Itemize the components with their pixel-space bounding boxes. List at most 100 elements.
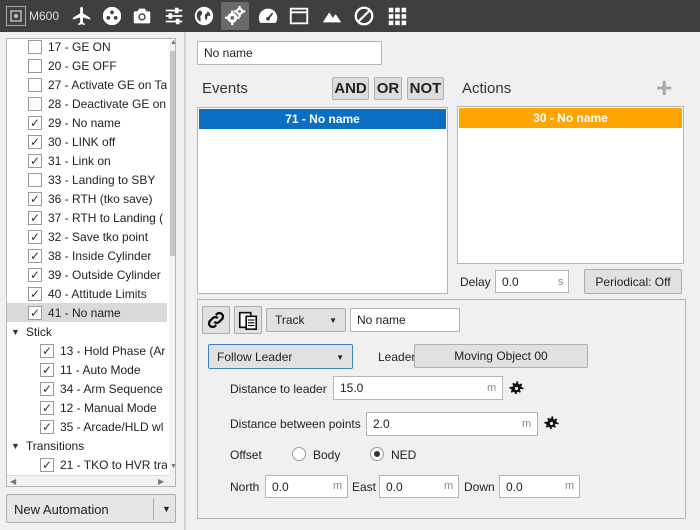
globe-icon[interactable] bbox=[190, 2, 218, 30]
expand-triangle-icon[interactable]: ▼ bbox=[11, 327, 20, 337]
tree-item-checkbox[interactable] bbox=[40, 400, 54, 415]
tree-item[interactable]: 21 - TKO to HVR tra bbox=[7, 455, 167, 474]
tree-item[interactable]: 30 - LINK off bbox=[7, 132, 167, 151]
gear-icon[interactable] bbox=[542, 414, 561, 436]
main-toolbar: M600 bbox=[0, 0, 700, 32]
action-item[interactable]: 30 - No name bbox=[459, 108, 682, 128]
distance-leader-input[interactable] bbox=[333, 376, 503, 400]
tree-item-checkbox[interactable] bbox=[28, 248, 42, 263]
tree-item[interactable]: 37 - RTH to Landing ( bbox=[7, 208, 167, 227]
tree-item-checkbox[interactable] bbox=[28, 172, 42, 187]
tree-vertical-scrollbar[interactable]: ▲ ▼ bbox=[169, 39, 175, 486]
tree-item[interactable]: 33 - Landing to SBY bbox=[7, 170, 167, 189]
plane-icon[interactable] bbox=[68, 2, 96, 30]
and-button[interactable]: AND bbox=[332, 77, 369, 100]
tree-item-checkbox[interactable] bbox=[28, 115, 42, 130]
tree-item-checkbox[interactable] bbox=[28, 191, 42, 206]
tree-item[interactable]: 39 - Outside Cylinder bbox=[7, 265, 167, 284]
new-automation-button[interactable]: New Automation ▼ bbox=[6, 494, 176, 523]
tree-item-checkbox[interactable] bbox=[40, 381, 54, 396]
tree-item-label: 36 - RTH (tko save) bbox=[48, 191, 153, 206]
tree-item-label: 34 - Arm Sequence bbox=[60, 381, 163, 396]
tree-item[interactable]: 11 - Auto Mode bbox=[7, 360, 167, 379]
mountain-icon[interactable] bbox=[318, 2, 346, 30]
copy-button[interactable] bbox=[234, 306, 262, 334]
tree-item[interactable]: 27 - Activate GE on Ta bbox=[7, 75, 167, 94]
or-button[interactable]: OR bbox=[374, 77, 402, 100]
panel-divider[interactable] bbox=[184, 32, 186, 530]
actions-list: 30 - No name bbox=[457, 106, 684, 264]
chip-icon bbox=[6, 6, 26, 26]
tree-item-checkbox[interactable] bbox=[28, 305, 42, 320]
tree-item-checkbox[interactable] bbox=[40, 362, 54, 377]
tree-item-label: 29 - No name bbox=[48, 115, 121, 130]
tree-item-checkbox[interactable] bbox=[28, 77, 42, 92]
grid-icon[interactable] bbox=[383, 2, 411, 30]
automation-name-input[interactable] bbox=[197, 41, 382, 65]
action-name-input[interactable] bbox=[350, 308, 460, 332]
app-name: M600 bbox=[29, 9, 60, 23]
scroll-up-icon[interactable]: ▲ bbox=[170, 39, 175, 46]
scroll-down-icon[interactable]: ▼ bbox=[170, 463, 175, 470]
status-icon[interactable] bbox=[98, 2, 126, 30]
tree-group-transitions[interactable]: ▼ Transitions bbox=[11, 436, 84, 455]
not-button[interactable]: NOT bbox=[407, 77, 444, 100]
tree-scroll-thumb[interactable] bbox=[170, 51, 175, 256]
distance-points-input[interactable] bbox=[366, 412, 538, 436]
tree-item-label: 37 - RTH to Landing ( bbox=[48, 210, 164, 225]
offset-ned-label: NED bbox=[391, 448, 417, 462]
event-item[interactable]: 71 - No name bbox=[199, 109, 446, 129]
offset-ned-radio[interactable] bbox=[370, 447, 384, 461]
tree-item-checkbox[interactable] bbox=[28, 134, 42, 149]
tree-item[interactable]: 29 - No name bbox=[7, 113, 167, 132]
tree-item-checkbox[interactable] bbox=[28, 210, 42, 225]
tree-item-checkbox[interactable] bbox=[28, 58, 42, 73]
camera-icon[interactable] bbox=[128, 2, 156, 30]
scroll-right-icon[interactable]: ▶ bbox=[158, 477, 164, 486]
tree-item[interactable]: 41 - No name bbox=[7, 303, 167, 322]
type-select[interactable]: Track ▼ bbox=[266, 308, 346, 332]
tree-item-checkbox[interactable] bbox=[28, 153, 42, 168]
tree-item[interactable]: 36 - RTH (tko save) bbox=[7, 189, 167, 208]
tree-item[interactable]: 40 - Attitude Limits bbox=[7, 284, 167, 303]
leader-select-button[interactable]: Moving Object 00 bbox=[414, 344, 588, 368]
tree-item[interactable]: 20 - GE OFF bbox=[7, 56, 167, 75]
tree-item[interactable]: 17 - GE ON bbox=[7, 39, 167, 56]
tree-item[interactable]: 12 - Manual Mode bbox=[7, 398, 167, 417]
tree-item-label: 20 - GE OFF bbox=[48, 58, 117, 73]
tree-item-checkbox[interactable] bbox=[28, 39, 42, 54]
window-icon[interactable] bbox=[285, 2, 313, 30]
tree-item[interactable]: 35 - Arcade/HLD wl bbox=[7, 417, 167, 436]
tree-group-stick[interactable]: ▼ Stick bbox=[11, 322, 52, 341]
offset-body-radio[interactable] bbox=[292, 447, 306, 461]
add-action-button[interactable]: + bbox=[656, 74, 672, 102]
prohibited-icon[interactable] bbox=[350, 2, 378, 30]
tree-item-checkbox[interactable] bbox=[28, 96, 42, 111]
tree-item[interactable]: 34 - Arm Sequence bbox=[7, 379, 167, 398]
tree-item-checkbox[interactable] bbox=[40, 419, 54, 434]
tree-item[interactable]: 38 - Inside Cylinder bbox=[7, 246, 167, 265]
tree-item[interactable]: 31 - Link on bbox=[7, 151, 167, 170]
tree-item-label: 12 - Manual Mode bbox=[60, 400, 157, 415]
tree-item-checkbox[interactable] bbox=[40, 457, 54, 472]
expand-triangle-icon[interactable]: ▼ bbox=[11, 441, 20, 451]
scroll-left-icon[interactable]: ◀ bbox=[10, 477, 16, 486]
tree-item[interactable]: 13 - Hold Phase (Ar bbox=[7, 341, 167, 360]
gauge-icon[interactable] bbox=[254, 2, 282, 30]
tree-item-checkbox[interactable] bbox=[28, 286, 42, 301]
tree-item[interactable]: 32 - Save tko point bbox=[7, 227, 167, 246]
chevron-down-icon[interactable]: ▼ bbox=[162, 504, 171, 514]
link-button[interactable] bbox=[202, 306, 230, 334]
tree-item-checkbox[interactable] bbox=[28, 229, 42, 244]
gears-icon[interactable] bbox=[221, 2, 249, 30]
mode-select[interactable]: Follow Leader ▼ bbox=[208, 344, 353, 369]
sliders-icon[interactable] bbox=[160, 2, 188, 30]
gear-icon[interactable] bbox=[507, 379, 526, 401]
tree-item-checkbox[interactable] bbox=[28, 267, 42, 282]
tree-horizontal-scrollbar[interactable]: ◀ ▶ bbox=[7, 475, 169, 486]
tree-item-label: 33 - Landing to SBY bbox=[48, 172, 156, 187]
tree-item[interactable]: 28 - Deactivate GE on bbox=[7, 94, 167, 113]
periodical-button[interactable]: Periodical: Off bbox=[584, 269, 682, 294]
tree-item-checkbox[interactable] bbox=[40, 343, 54, 358]
tree-item-label: 21 - TKO to HVR tra bbox=[60, 457, 167, 472]
